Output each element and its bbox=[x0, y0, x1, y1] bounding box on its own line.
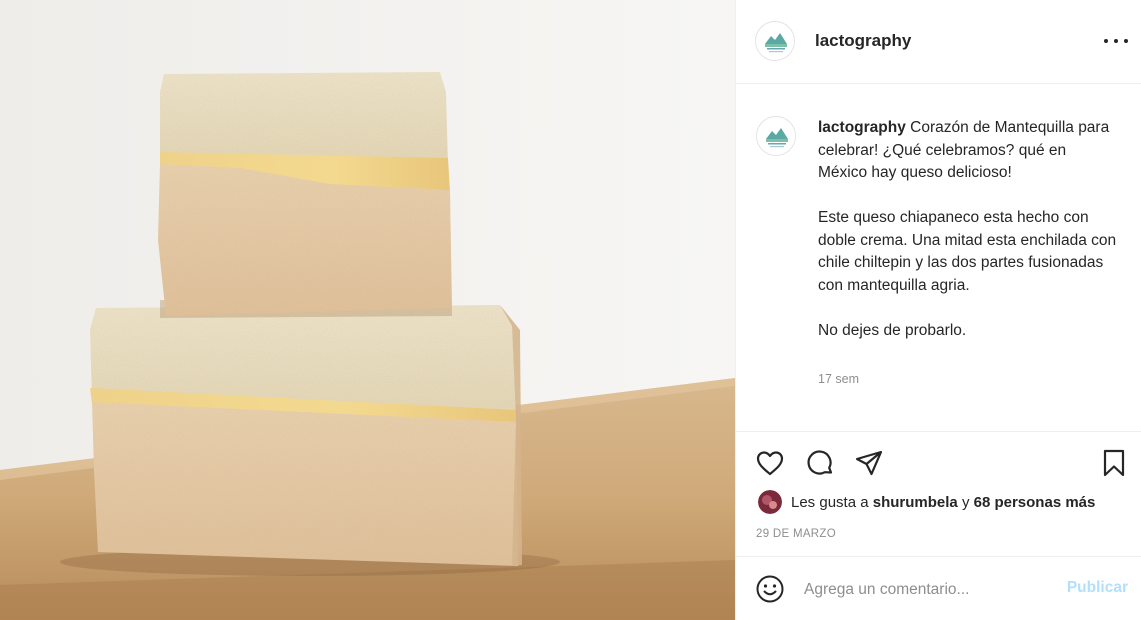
post-photo[interactable] bbox=[0, 0, 735, 620]
comment-input[interactable] bbox=[804, 578, 1054, 602]
profile-avatar[interactable] bbox=[755, 21, 795, 61]
caption-line-2: Este queso chiapaneco esta hecho con dob… bbox=[818, 209, 1117, 294]
paper-plane-icon[interactable] bbox=[853, 447, 885, 479]
post-username[interactable]: lactography bbox=[815, 31, 911, 51]
post-caption: lactography Corazón de Mantequilla para … bbox=[736, 84, 1141, 432]
post-header: lactography bbox=[736, 0, 1141, 84]
cheese-photo-illustration bbox=[0, 0, 735, 620]
bookmark-icon[interactable] bbox=[1098, 447, 1130, 479]
heart-icon[interactable] bbox=[754, 447, 786, 479]
lactography-logo bbox=[758, 118, 795, 155]
likes-summary: Les gusta a shurumbela y 68 personas más bbox=[758, 490, 1095, 514]
caption-text: lactography Corazón de Mantequilla para … bbox=[818, 117, 1118, 365]
caption-timestamp[interactable]: 17 sem bbox=[818, 372, 859, 386]
caption-username[interactable]: lactography bbox=[818, 119, 906, 136]
comment-form: Publicar bbox=[736, 556, 1141, 620]
caption-avatar[interactable] bbox=[756, 116, 796, 156]
likes-user[interactable]: shurumbela bbox=[873, 494, 958, 511]
likes-prefix: Les gusta a bbox=[791, 493, 869, 511]
more-horizontal-icon[interactable] bbox=[1104, 32, 1128, 50]
publish-button[interactable]: Publicar bbox=[1067, 579, 1128, 597]
caption-line-3: No dejes de probarlo. bbox=[818, 321, 967, 339]
likes-others[interactable]: 68 personas más bbox=[974, 494, 1096, 511]
post-date[interactable]: 29 DE MARZO bbox=[756, 528, 836, 540]
comment-icon[interactable] bbox=[804, 447, 836, 479]
likes-connector: y bbox=[961, 493, 970, 511]
lactography-logo bbox=[757, 23, 794, 60]
liker-avatar[interactable] bbox=[758, 490, 782, 514]
post-side-panel: lactography lactography Corazón de Mante… bbox=[735, 0, 1141, 620]
smiley-icon[interactable] bbox=[755, 574, 785, 604]
